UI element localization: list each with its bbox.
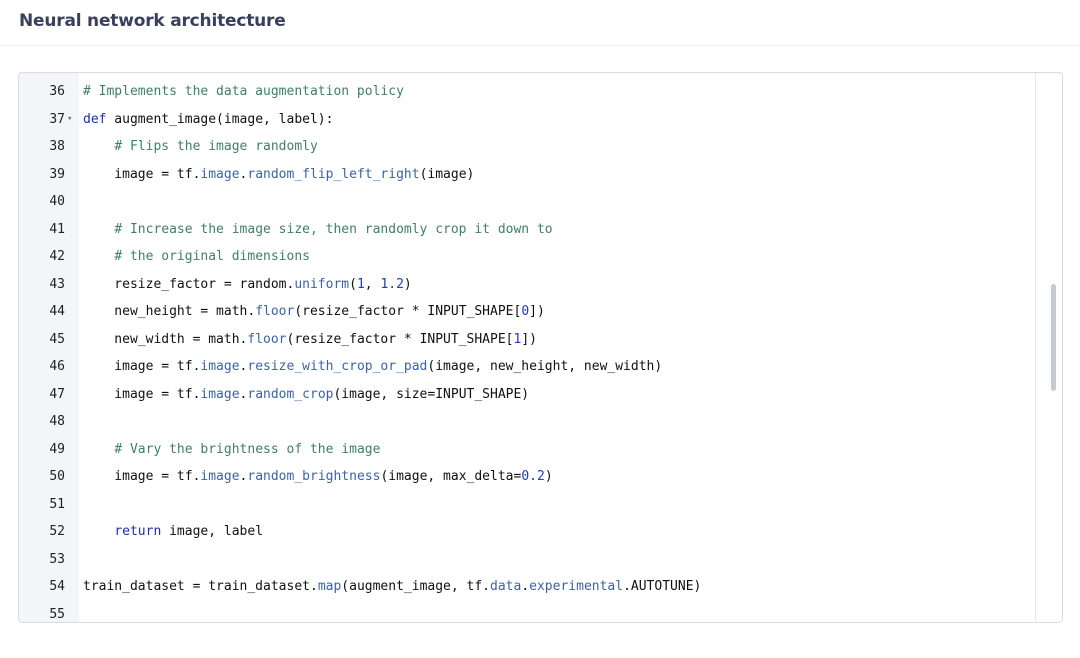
code-line[interactable]: 53 xyxy=(19,546,1035,573)
code-text: image = tf.image.random_brightness(image… xyxy=(83,469,553,484)
code-line[interactable]: 41 # Increase the image size, then rando… xyxy=(19,216,1035,243)
line-number: 37 xyxy=(49,111,65,127)
code-text: image = tf.image.resize_with_crop_or_pad… xyxy=(83,359,663,374)
page-title: Neural network architecture xyxy=(19,11,286,31)
code-text: def augment_image(image, label): xyxy=(83,111,334,127)
code-line[interactable]: 55 xyxy=(19,601,1035,623)
code-line[interactable]: 50 image = tf.image.random_brightness(im… xyxy=(19,463,1035,490)
code-text: image = tf.image.random_crop(image, size… xyxy=(83,386,530,402)
code-text: new_width = math.floor(resize_factor * I… xyxy=(83,331,537,347)
code-text: new_height = math.floor(resize_factor * … xyxy=(83,304,545,319)
code-line[interactable]: 48 xyxy=(19,408,1035,435)
code-text: resize_factor = random.uniform(1, 1.2) xyxy=(83,276,412,292)
line-number: 48 xyxy=(49,414,65,429)
line-number: 45 xyxy=(49,331,65,347)
code-line[interactable]: 47 image = tf.image.random_crop(image, s… xyxy=(19,381,1035,408)
page-header: Neural network architecture xyxy=(0,0,1080,46)
line-number: 36 xyxy=(49,84,65,99)
line-number: 55 xyxy=(49,606,65,622)
code-line[interactable]: 54 train_dataset = train_dataset.map(augm… xyxy=(19,573,1035,600)
line-number: 43 xyxy=(49,276,65,292)
code-line[interactable]: 52 return image, label xyxy=(19,518,1035,545)
code-text: return image, label xyxy=(114,524,264,539)
line-number: 49 xyxy=(49,441,65,457)
code-text: # Vary the brightness of the image xyxy=(114,441,381,457)
line-number: 41 xyxy=(49,221,65,237)
code-line[interactable]: 44 new_height = math.floor(resize_factor… xyxy=(19,298,1035,325)
line-number: 47 xyxy=(49,386,65,402)
line-number: 51 xyxy=(49,496,65,512)
code-text: image = tf.image.random_flip_left_right(… xyxy=(83,166,475,182)
code-line[interactable]: 40 xyxy=(19,188,1035,215)
code-line[interactable]: 45 new_width = math.floor(resize_factor … xyxy=(19,326,1035,353)
code-text: train_dataset = train_dataset.map(augmen… xyxy=(83,579,702,594)
line-number: 46 xyxy=(49,359,65,374)
code-line[interactable]: 42 # the original dimensions xyxy=(19,243,1035,270)
fold-arrow-icon[interactable]: ▾ xyxy=(67,106,72,133)
code-line[interactable]: 46 image = tf.image.resize_with_crop_or_… xyxy=(19,353,1035,380)
code-editor[interactable]: 36 # Implements the data augmentation pol… xyxy=(18,72,1063,623)
code-line[interactable]: 37 ▾ def augment_image(image, label): xyxy=(19,106,1035,133)
code-text: # Implements the data augmentation polic… xyxy=(83,84,404,99)
code-line[interactable]: 38 # Flips the image randomly xyxy=(19,133,1035,160)
line-number: 38 xyxy=(49,139,65,154)
code-line[interactable]: 51 xyxy=(19,491,1035,518)
code-line[interactable]: 43 resize_factor = random.uniform(1, 1.2… xyxy=(19,271,1035,298)
code-line[interactable]: 36 # Implements the data augmentation pol… xyxy=(19,78,1035,105)
line-number: 40 xyxy=(49,194,65,209)
vertical-scrollbar[interactable] xyxy=(1035,73,1062,622)
code-text: # the original dimensions xyxy=(114,249,310,264)
code-line[interactable]: 49 # Vary the brightness of the image xyxy=(19,436,1035,463)
line-number: 42 xyxy=(49,249,65,264)
line-number: 44 xyxy=(49,304,65,319)
code-text: # Increase the image size, then randomly… xyxy=(114,221,553,237)
line-number: 50 xyxy=(49,469,65,484)
scrollbar-thumb[interactable] xyxy=(1051,284,1056,391)
line-number: 39 xyxy=(49,166,65,182)
code-line[interactable]: 39 image = tf.image.random_flip_left_rig… xyxy=(19,161,1035,188)
line-number: 52 xyxy=(49,524,65,539)
code-text: # Flips the image randomly xyxy=(114,139,318,154)
line-number: 54 xyxy=(49,579,65,594)
line-number: 53 xyxy=(49,551,65,567)
